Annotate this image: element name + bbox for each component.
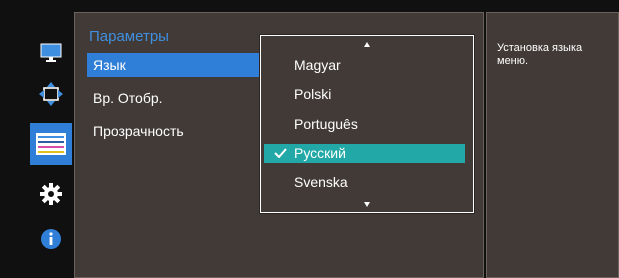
sidebar-rail xyxy=(30,24,72,264)
sidebar-item-info[interactable] xyxy=(30,218,72,260)
dropdown-option-label: Português xyxy=(294,116,358,132)
monitor-icon xyxy=(40,43,62,62)
dropdown-option-label: Polski xyxy=(294,86,332,102)
sidebar-item-picture[interactable] xyxy=(30,32,72,74)
language-dropdown[interactable]: Magyar Polski Português Русский Svenska xyxy=(260,35,474,213)
position-icon xyxy=(39,82,63,106)
menu-item-label: Вр. Отобр. xyxy=(93,90,163,106)
sidebar-item-system[interactable] xyxy=(30,123,72,165)
menu-panel: Параметры Язык Вр. Отобр. Прозрачность M… xyxy=(74,12,484,278)
menu-item-transparency[interactable]: Прозрачность xyxy=(87,119,265,143)
checkmark-icon xyxy=(274,148,287,158)
color-bars-icon xyxy=(36,133,66,155)
menu-title: Параметры xyxy=(89,28,169,45)
menu-item-label: Прозрачность xyxy=(93,123,184,139)
dropdown-option[interactable]: Svenska xyxy=(264,173,465,192)
dropdown-option[interactable]: Polski xyxy=(264,85,465,104)
info-icon xyxy=(41,229,61,249)
sidebar-item-settings[interactable] xyxy=(30,173,72,215)
dropdown-option-selected[interactable]: Русский xyxy=(264,144,465,163)
menu-item-language[interactable]: Язык xyxy=(87,53,265,77)
gear-icon xyxy=(40,183,62,205)
dropdown-option[interactable]: Português xyxy=(264,115,465,134)
menu-item-label: Язык xyxy=(93,57,126,73)
arrow-up-icon[interactable] xyxy=(364,42,370,47)
sidebar-item-position[interactable] xyxy=(30,73,72,115)
menu-item-display-time[interactable]: Вр. Отобр. xyxy=(87,86,265,110)
dropdown-option-label: Русский xyxy=(294,145,346,161)
help-panel: Установка языка меню. xyxy=(486,12,619,278)
dropdown-option-label: Svenska xyxy=(294,174,348,190)
arrow-down-icon[interactable] xyxy=(364,202,370,207)
dropdown-option-label: Magyar xyxy=(294,57,341,73)
help-text: Установка языка меню. xyxy=(497,42,583,67)
osd-window: Параметры Язык Вр. Отобр. Прозрачность M… xyxy=(0,0,619,278)
dropdown-option[interactable]: Magyar xyxy=(264,56,465,75)
